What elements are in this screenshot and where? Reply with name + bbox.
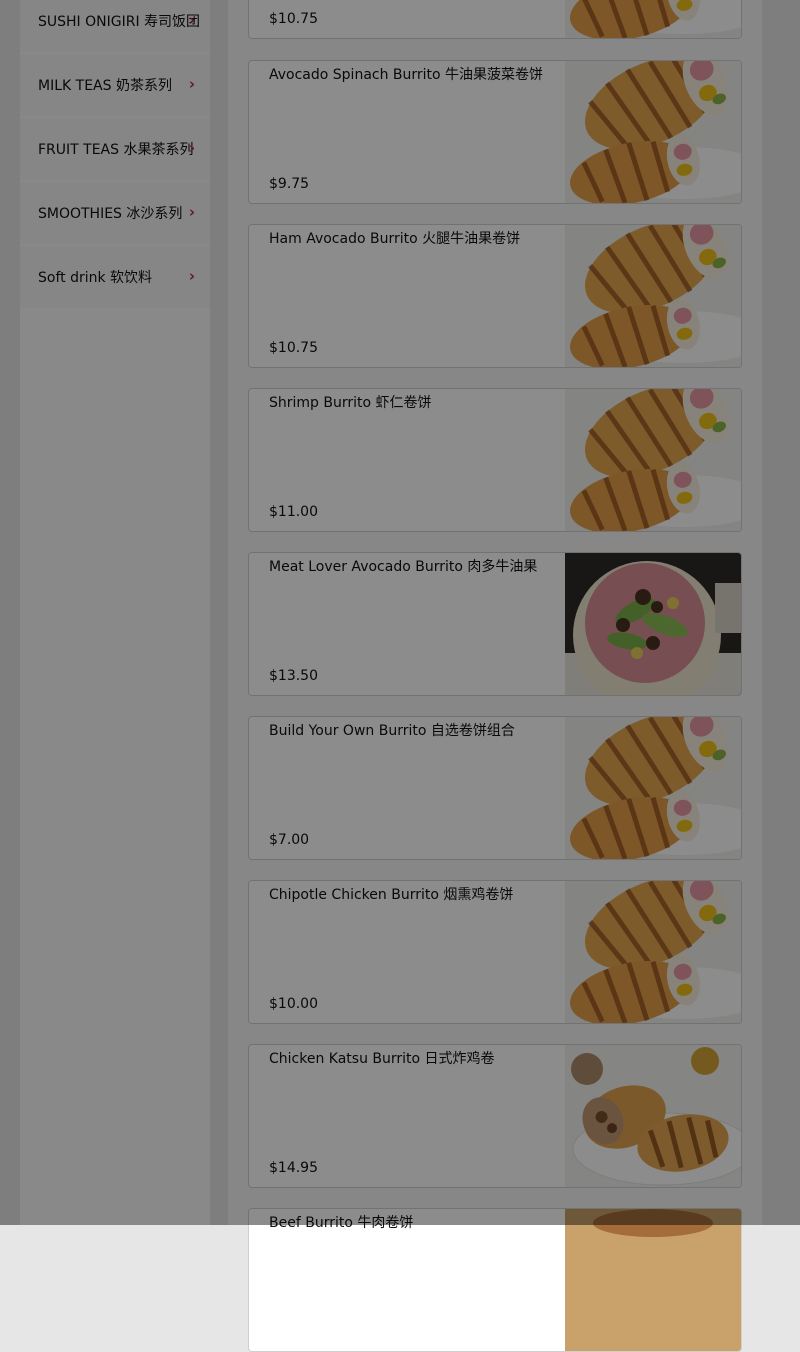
item-price: $13.50 bbox=[269, 668, 318, 684]
chevron-right-icon: › bbox=[188, 74, 195, 93]
menu-item-card[interactable]: Ham Avocado Burrito 火腿牛油果卷饼 $10.75 bbox=[248, 224, 742, 368]
item-name: Meat Lover Avocado Burrito 肉多牛油果 bbox=[269, 559, 538, 575]
menu-item-card[interactable]: Chicken Katsu Burrito 日式炸鸡卷 $14.95 bbox=[248, 1044, 742, 1188]
burrito-photo bbox=[565, 225, 741, 367]
menu-item-card[interactable]: Shrimp Burrito 虾仁卷饼 $11.00 bbox=[248, 388, 742, 532]
item-price: $9.75 bbox=[269, 176, 310, 192]
sidebar-item-label: SMOOTHIES 冰沙系列 bbox=[38, 206, 183, 222]
item-name: Avocado Spinach Burrito 牛油果菠菜卷饼 bbox=[269, 67, 544, 83]
menu-item-card[interactable]: Meat Lover Avocado Burrito 肉多牛油果 $13.50 bbox=[248, 552, 742, 696]
burrito-photo bbox=[565, 717, 741, 859]
sidebar-item-label: FRUIT TEAS 水果茶系列 bbox=[38, 142, 194, 158]
item-price: $10.00 bbox=[269, 996, 318, 1012]
chevron-right-icon: › bbox=[188, 266, 195, 285]
katsu-burrito-photo bbox=[565, 1045, 741, 1187]
beef-burrito-photo bbox=[565, 1209, 741, 1351]
sidebar-item-sushi-onigiri[interactable]: SUSHI ONIGIRI 寿司饭团 › bbox=[20, 0, 210, 52]
menu-item-card[interactable]: $10.75 bbox=[248, 0, 742, 39]
burrito-photo bbox=[565, 0, 741, 38]
chevron-right-icon: › bbox=[188, 202, 195, 221]
sidebar-item-milk-teas[interactable]: MILK TEAS 奶茶系列 › bbox=[20, 54, 210, 116]
burrito-photo bbox=[565, 389, 741, 531]
menu-item-card[interactable]: Beef Burrito 牛肉卷饼 bbox=[248, 1208, 742, 1352]
chevron-right-icon: › bbox=[188, 138, 195, 157]
item-price: $14.95 bbox=[269, 1160, 318, 1176]
menu-item-card[interactable]: Avocado Spinach Burrito 牛油果菠菜卷饼 $9.75 bbox=[248, 60, 742, 204]
item-name: Chipotle Chicken Burrito 烟熏鸡卷饼 bbox=[269, 887, 514, 903]
menu-item-card[interactable]: Chipotle Chicken Burrito 烟熏鸡卷饼 $10.00 bbox=[248, 880, 742, 1024]
sidebar-item-fruit-teas[interactable]: FRUIT TEAS 水果茶系列 › bbox=[20, 118, 210, 180]
sidebar-item-label: MILK TEAS 奶茶系列 bbox=[38, 78, 172, 94]
open-burrito-photo bbox=[565, 553, 741, 695]
sidebar-item-soft-drink[interactable]: Soft drink 软饮料 › bbox=[20, 246, 210, 308]
item-name: Build Your Own Burrito 自选卷饼组合 bbox=[269, 723, 515, 739]
item-name: Shrimp Burrito 虾仁卷饼 bbox=[269, 395, 432, 411]
sidebar-item-label: Soft drink 软饮料 bbox=[38, 270, 153, 286]
category-sidebar: SUSHI ONIGIRI 寿司饭团 › MILK TEAS 奶茶系列 › FR… bbox=[20, 0, 210, 1225]
menu-item-card[interactable]: Build Your Own Burrito 自选卷饼组合 $7.00 bbox=[248, 716, 742, 860]
item-name: Beef Burrito 牛肉卷饼 bbox=[269, 1215, 414, 1231]
item-price: $10.75 bbox=[269, 340, 318, 356]
chevron-right-icon: › bbox=[188, 10, 195, 29]
item-name: Chicken Katsu Burrito 日式炸鸡卷 bbox=[269, 1051, 495, 1067]
item-price: $10.75 bbox=[269, 11, 318, 27]
item-price: $7.00 bbox=[269, 832, 310, 848]
item-price: $11.00 bbox=[269, 504, 318, 520]
sidebar-item-label: SUSHI ONIGIRI 寿司饭团 bbox=[38, 14, 201, 30]
sidebar-item-smoothies[interactable]: SMOOTHIES 冰沙系列 › bbox=[20, 182, 210, 244]
item-name: Ham Avocado Burrito 火腿牛油果卷饼 bbox=[269, 231, 521, 247]
burrito-photo bbox=[565, 61, 741, 203]
burrito-photo bbox=[565, 881, 741, 1023]
